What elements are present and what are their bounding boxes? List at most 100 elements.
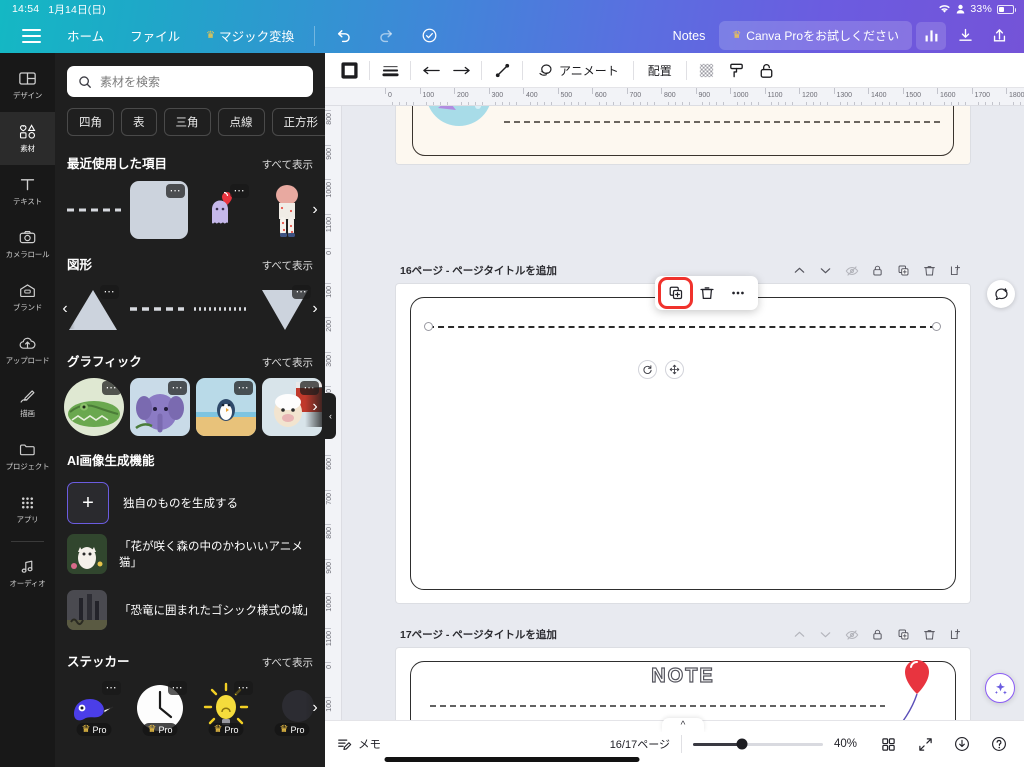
line-handle-start[interactable] — [424, 322, 433, 331]
selected-dashed-line[interactable] — [428, 326, 936, 328]
canva-pro-cta-button[interactable]: ♛ Canva Proをお試しください — [719, 21, 912, 50]
see-all-shapes[interactable]: すべて表示 — [262, 258, 313, 273]
ai-prompt-item-2[interactable]: 「恐竜に囲まれたゴシック様式の城」 — [55, 582, 325, 638]
search-input[interactable]: 素材を検索 — [67, 66, 313, 97]
asset-dashed-line-2[interactable] — [128, 282, 186, 336]
paint-roller-icon[interactable] — [722, 57, 752, 84]
sticker-lightbulb[interactable]: ⋯ ♛ Pro — [196, 678, 256, 738]
rotate-icon[interactable] — [638, 360, 657, 379]
download-icon[interactable] — [950, 22, 980, 50]
asset-rounded-square[interactable]: ⋯ — [130, 181, 188, 239]
share-icon[interactable] — [984, 22, 1014, 50]
ellipsis-icon[interactable]: ⋯ — [230, 184, 249, 198]
chip-table[interactable]: 表 — [121, 108, 157, 136]
check-circle-icon[interactable] — [408, 22, 451, 49]
pen-line-icon[interactable] — [487, 57, 517, 84]
ellipsis-icon[interactable]: ⋯ — [102, 381, 121, 395]
page-15-card[interactable] — [396, 106, 970, 164]
sidebar-item-design[interactable]: デザイン — [0, 59, 55, 112]
magic-sparkle-icon[interactable] — [985, 673, 1015, 703]
lock-icon[interactable] — [867, 262, 888, 280]
chevron-right-icon[interactable]: › — [305, 688, 325, 728]
chevron-right-icon[interactable]: › — [305, 289, 325, 329]
line-handle-end[interactable] — [932, 322, 941, 331]
graphics-row[interactable]: ⋯ ⋯ ⋯ ⋯ › — [55, 377, 325, 437]
zoom-slider[interactable] — [693, 738, 823, 750]
asset-penguin-beach[interactable]: ⋯ — [196, 378, 256, 436]
chevron-right-icon[interactable]: › — [305, 190, 325, 230]
asset-dashed-line[interactable] — [64, 181, 124, 239]
chevron-left-icon[interactable]: ‹ — [55, 289, 75, 329]
nav-item-magic-switch[interactable]: ♛ マジック変換 — [193, 21, 307, 50]
transparency-icon[interactable] — [692, 57, 722, 84]
nav-item-file[interactable]: ファイル — [117, 21, 193, 50]
insights-icon[interactable] — [916, 21, 946, 50]
move-icon[interactable] — [665, 360, 684, 379]
ellipsis-icon[interactable]: ⋯ — [234, 681, 253, 695]
hide-icon[interactable] — [841, 262, 862, 280]
scroll-up-handle[interactable]: ^ — [662, 718, 704, 732]
help-icon[interactable] — [986, 731, 1012, 757]
sidebar-item-apps[interactable]: アプリ — [0, 483, 55, 536]
move-up-icon[interactable] — [789, 626, 810, 644]
panel-collapse-handle[interactable]: ‹ — [325, 393, 336, 439]
move-up-icon[interactable] — [789, 262, 810, 280]
chevron-right-icon[interactable]: › — [305, 387, 325, 427]
asset-dotted-line[interactable] — [192, 282, 250, 336]
comment-add-icon[interactable] — [987, 280, 1015, 308]
delete-icon[interactable] — [919, 262, 940, 280]
download-icon[interactable] — [949, 731, 975, 757]
ellipsis-icon[interactable]: ⋯ — [102, 681, 121, 695]
ellipsis-icon[interactable]: ⋯ — [234, 381, 253, 395]
see-all-recently-used[interactable]: すべて表示 — [262, 157, 313, 172]
add-page-icon[interactable] — [945, 262, 966, 280]
nav-item-home[interactable]: ホーム — [54, 21, 117, 50]
expand-icon[interactable] — [912, 731, 938, 757]
see-all-graphics[interactable]: すべて表示 — [262, 355, 313, 370]
animate-button[interactable]: アニメート — [528, 57, 628, 84]
hamburger-menu-icon[interactable] — [9, 24, 54, 48]
asset-elephant[interactable]: ⋯ — [130, 378, 190, 436]
move-down-icon[interactable] — [815, 626, 836, 644]
asset-ghost-balloon[interactable]: ⋯ — [194, 181, 252, 239]
ai-generate-row[interactable]: + 独自のものを生成する — [55, 476, 325, 526]
notes-button[interactable]: Notes — [663, 24, 716, 48]
duplicate-icon[interactable] — [893, 626, 914, 644]
plus-icon[interactable]: + — [67, 482, 109, 524]
arrow-left-end-icon[interactable] — [416, 57, 446, 84]
sidebar-item-uploads[interactable]: アップロード — [0, 324, 55, 377]
position-button[interactable]: 配置 — [639, 57, 681, 84]
lock-open-icon[interactable] — [752, 57, 782, 84]
sidebar-item-audio[interactable]: オーディオ — [0, 547, 55, 600]
delete-icon[interactable] — [919, 626, 940, 644]
sidebar-item-projects[interactable]: プロジェクト — [0, 430, 55, 483]
arrow-right-end-icon[interactable] — [446, 57, 476, 84]
add-page-icon[interactable] — [945, 626, 966, 644]
line-weight-icon[interactable] — [375, 57, 405, 84]
sticker-clock[interactable]: ⋯ ♛ Pro — [130, 678, 190, 738]
ellipsis-icon[interactable]: ⋯ — [168, 681, 187, 695]
color-swatch-button[interactable] — [334, 57, 364, 84]
sidebar-item-elements[interactable]: 素材 — [0, 112, 55, 165]
chip-triangle[interactable]: 三角 — [163, 108, 211, 136]
recently-used-row[interactable]: ⋯ ⋯ › — [55, 179, 325, 241]
page-16-card[interactable] — [396, 284, 970, 603]
move-down-icon[interactable] — [815, 262, 836, 280]
chip-square[interactable]: 正方形 — [271, 108, 325, 136]
asset-crocodile[interactable]: ⋯ — [64, 378, 124, 436]
more-options-button[interactable] — [723, 280, 752, 306]
delete-page-button[interactable] — [692, 280, 721, 306]
sidebar-item-brand[interactable]: ブランド — [0, 271, 55, 324]
lock-icon[interactable] — [867, 626, 888, 644]
shapes-row[interactable]: ⋯ ⋯ ‹ › — [55, 280, 325, 338]
grid-view-icon[interactable] — [875, 731, 901, 757]
stickers-row[interactable]: ⋯ ♛ Pro ⋯ ♛ Pro ⋯ ♛ Pro ♛ Pro › — [55, 677, 325, 739]
chip-dotted-line[interactable]: 点線 — [217, 108, 265, 136]
see-all-stickers[interactable]: すべて表示 — [262, 655, 313, 670]
sidebar-item-draw[interactable]: 描画 — [0, 377, 55, 430]
zoom-slider-knob[interactable] — [736, 738, 748, 750]
ai-prompt-item-1[interactable]: 「花が咲く森の中のかわいいアニメ猫」 — [55, 526, 325, 582]
ellipsis-icon[interactable]: ⋯ — [168, 381, 187, 395]
hide-icon[interactable] — [841, 626, 862, 644]
redo-icon[interactable] — [365, 22, 408, 49]
